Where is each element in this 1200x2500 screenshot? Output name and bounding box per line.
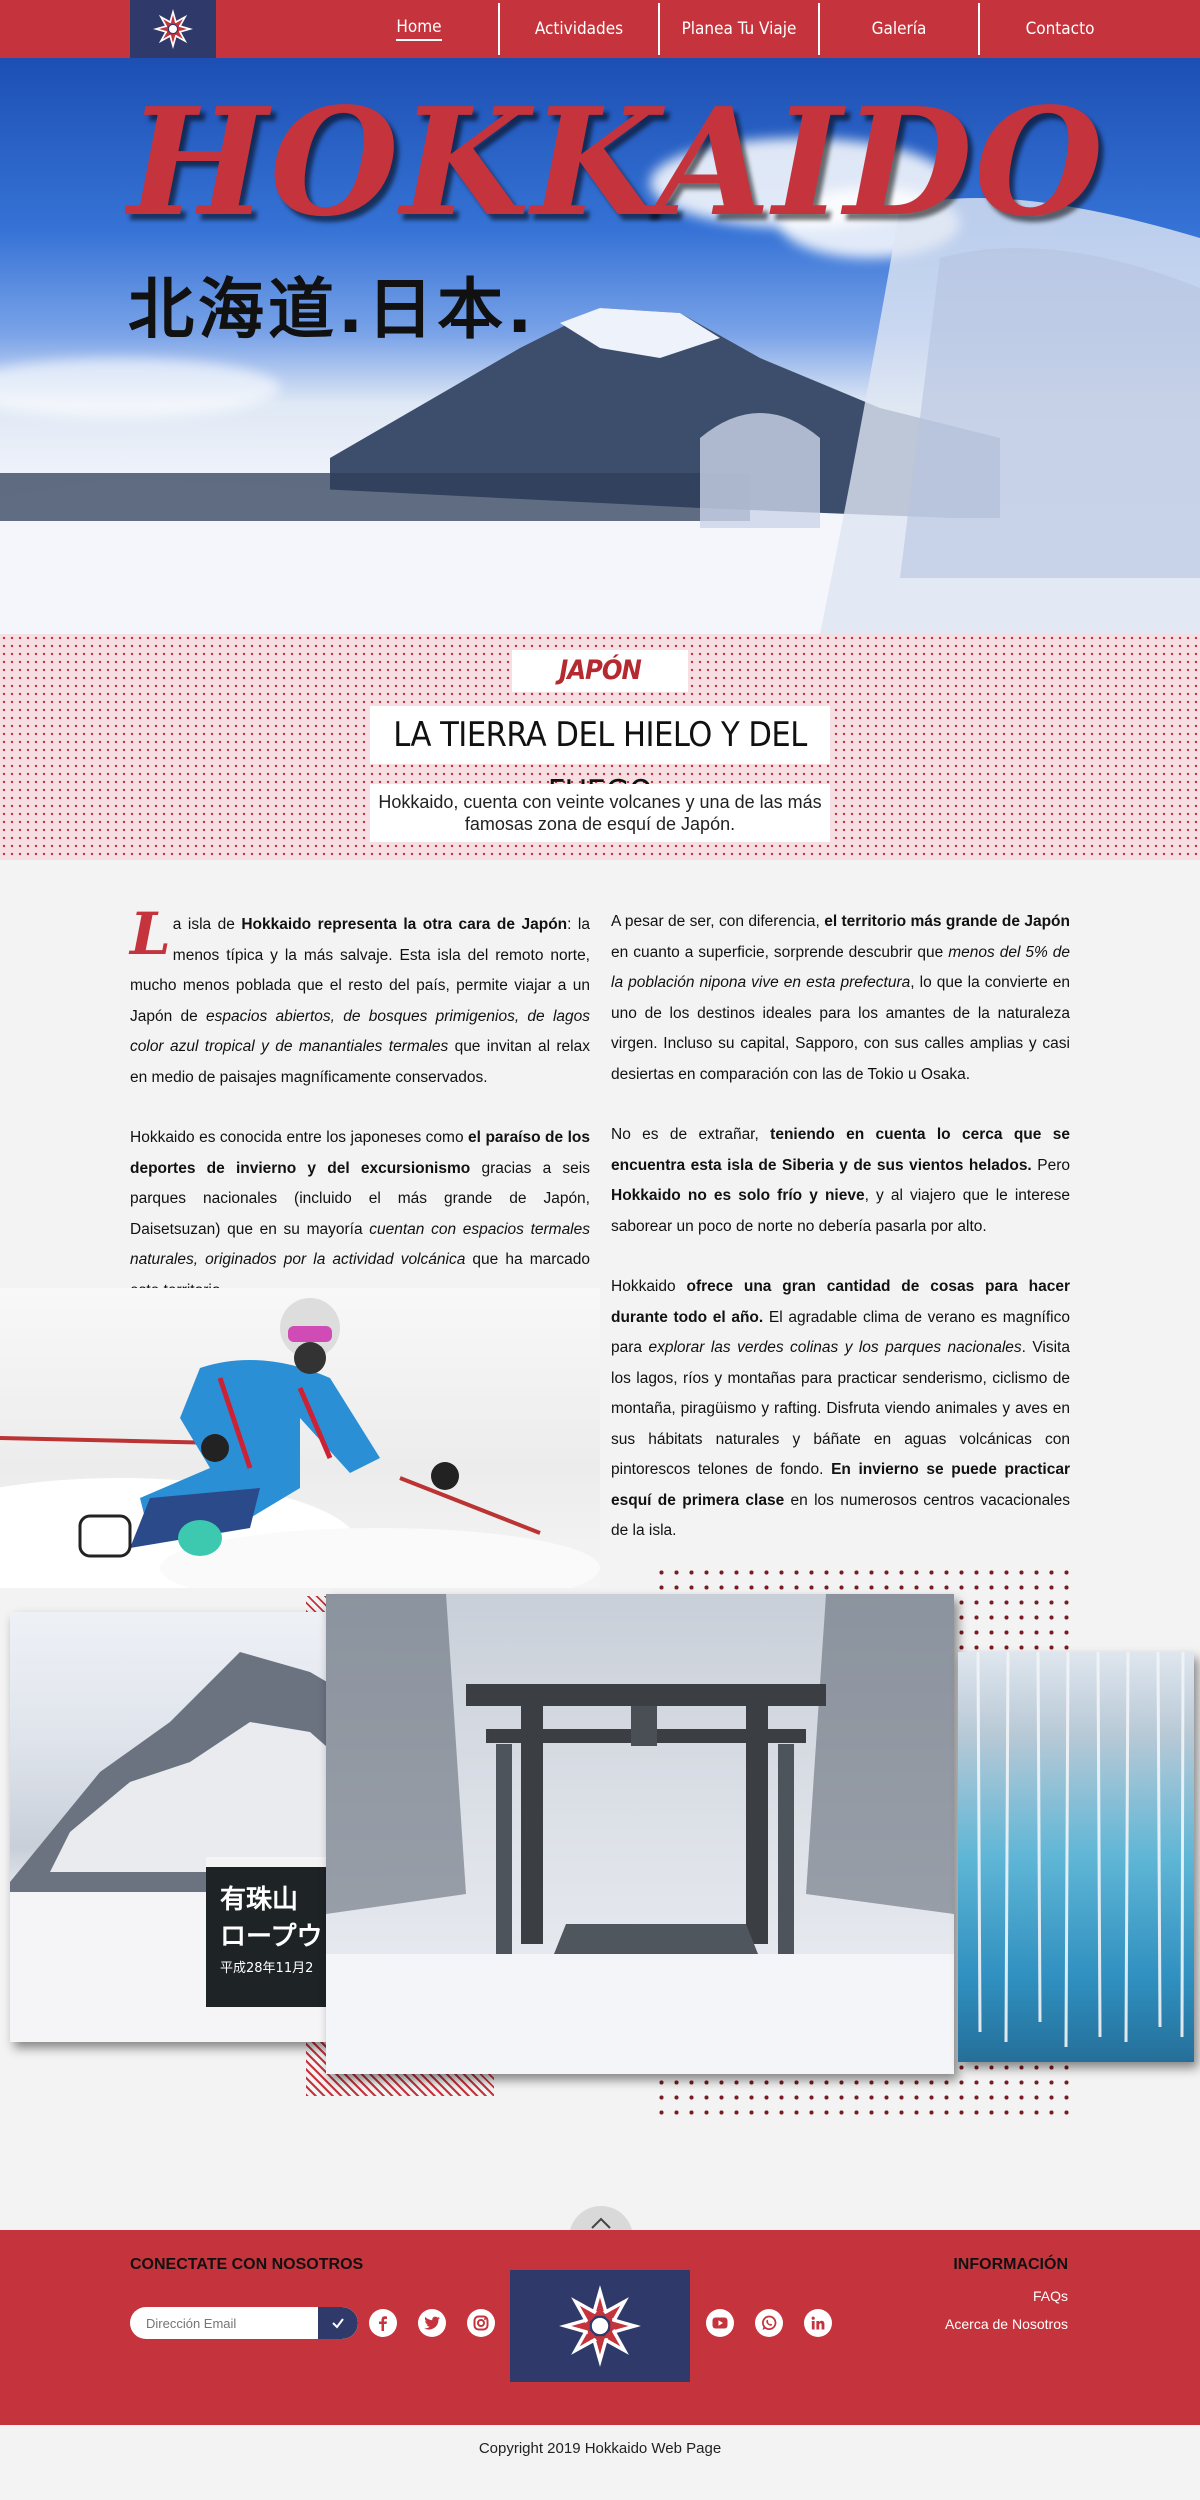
article-text-run: Hokkaido	[611, 1278, 687, 1295]
article-column-left: La isla de Hokkaido representa la otra c…	[130, 900, 590, 1336]
hero-title: HOKKAIDO	[128, 75, 1106, 249]
info-heading: INFORMACIÓN	[953, 2256, 1068, 2273]
skier-photo	[0, 1288, 600, 1588]
article-text-run: a isla de	[172, 916, 242, 933]
snowflake-logo-icon	[559, 2285, 641, 2367]
subscribe-button[interactable]	[318, 2307, 358, 2339]
gallery-photo-torii-gate[interactable]	[326, 1594, 954, 2074]
drop-cap: L	[130, 900, 171, 968]
pond-trees-illustration	[976, 1652, 1185, 2048]
email-input[interactable]	[130, 2307, 310, 2339]
article-text-run: explorar las verdes colinas y los parque…	[648, 1339, 1022, 1356]
nav-item-actividades[interactable]: Actividades	[500, 3, 660, 55]
nav-label: Galería	[871, 19, 927, 39]
skier-illustration	[0, 1298, 600, 1588]
article-paragraph: A pesar de ser, con diferencia, el terri…	[611, 907, 1070, 1090]
footer-link-acerca[interactable]: Acerca de Nosotros	[945, 2316, 1068, 2332]
linkedin-icon	[811, 2316, 825, 2330]
section-headline: LA TIERRA DEL HIELO Y DEL FUEGO	[370, 706, 830, 813]
article-text-run: . Visita los lagos, ríos y montañas para…	[611, 1339, 1070, 1478]
facebook-link[interactable]	[369, 2309, 397, 2337]
hero-banner: HOKKAIDO 北海道.日本.	[0, 58, 1200, 634]
ropeway-sign: 有珠山 ロープウェ 平成28年11月2	[206, 1857, 344, 2007]
article-text-run: Hokkaido no es solo frío y nieve	[611, 1187, 865, 1204]
article-paragraph: Hokkaido ofrece una gran cantidad de cos…	[611, 1272, 1070, 1547]
hero-subtitle-jp: 北海道.日本.	[128, 271, 537, 348]
article-text-run: el territorio más grande de Japón	[824, 913, 1070, 930]
whatsapp-link[interactable]	[755, 2309, 783, 2337]
nav-label: Home	[396, 17, 442, 41]
chevron-up-icon	[591, 2217, 611, 2229]
article-text-run: Hokkaido representa la otra cara de Japó…	[241, 916, 568, 933]
nav-item-home[interactable]: Home	[340, 3, 500, 55]
nav-item-contacto[interactable]: Contacto	[980, 3, 1140, 55]
footer-logo[interactable]	[510, 2270, 690, 2382]
top-navbar: Home Actividades Planea Tu Viaje Galería…	[0, 0, 1200, 58]
linkedin-link[interactable]	[804, 2309, 832, 2337]
nav-label: Contacto	[1025, 19, 1095, 39]
footer-link-faqs[interactable]: FAQs	[1033, 2288, 1068, 2304]
nav-item-galeria[interactable]: Galería	[820, 3, 980, 55]
twitter-link[interactable]	[418, 2309, 446, 2337]
article-paragraph: Hokkaido es conocida entre los japoneses…	[130, 1123, 590, 1306]
whatsapp-icon	[761, 2315, 777, 2331]
youtube-icon	[712, 2317, 728, 2329]
torii-illustration	[326, 1594, 954, 2074]
facebook-icon	[379, 2316, 387, 2331]
article-text-run: A pesar de ser, con diferencia,	[611, 913, 825, 930]
snowflake-logo-icon	[153, 9, 193, 49]
gallery-photo-blue-pond[interactable]	[958, 1652, 1194, 2062]
article-paragraph: No es de extrañar, teniendo en cuenta lo…	[611, 1120, 1070, 1242]
nav-item-planea-tu-viaje[interactable]: Planea Tu Viaje	[660, 3, 820, 55]
checkmark-icon	[332, 2318, 344, 2329]
gallery-photo-ropeway-sign[interactable]: 有珠山 ロープウェ 平成28年11月2	[10, 1612, 344, 2042]
article-text-run: No es de extrañar,	[611, 1126, 771, 1143]
nav-label: Actividades	[534, 19, 624, 39]
main-menu: Home Actividades Planea Tu Viaje Galería…	[340, 0, 1140, 58]
connect-heading: CONECTATE CON NOSOTROS	[130, 2256, 364, 2273]
copyright-text: Copyright 2019 Hokkaido Web Page	[478, 2440, 722, 2457]
nav-label: Planea Tu Viaje	[681, 19, 797, 39]
section-tagline: Hokkaido, cuenta con veinte volcanes y u…	[370, 784, 830, 842]
site-logo[interactable]	[130, 0, 216, 58]
article-text-run: Hokkaido es conocida entre los japoneses…	[130, 1129, 469, 1146]
youtube-link[interactable]	[706, 2309, 734, 2337]
article-text-run: Pero	[1031, 1156, 1070, 1174]
article-paragraph: La isla de Hokkaido representa la otra c…	[130, 900, 590, 1093]
section-label: JAPÓN	[512, 650, 688, 692]
article-text-run: en cuanto a superficie, sorprende descub…	[611, 943, 949, 961]
instagram-icon	[473, 2315, 489, 2331]
twitter-icon	[424, 2316, 440, 2330]
article-column-right: A pesar de ser, con diferencia, el terri…	[611, 907, 1070, 1577]
newsletter-form	[130, 2307, 358, 2339]
instagram-link[interactable]	[467, 2309, 495, 2337]
